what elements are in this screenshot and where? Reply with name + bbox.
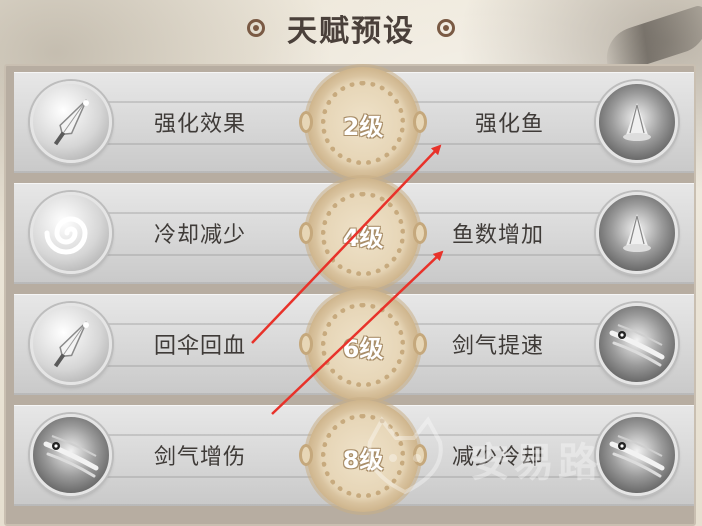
level-badge: 2级 bbox=[299, 67, 427, 179]
page-title: 天赋预设 bbox=[287, 14, 415, 49]
talent-row: 回伞回血 6级 剑气提速 bbox=[14, 289, 694, 401]
level-text: 2级 bbox=[342, 113, 384, 141]
level-text: 6级 bbox=[342, 335, 384, 363]
cat-logo-icon bbox=[367, 416, 443, 495]
umbrella-icon[interactable] bbox=[30, 81, 112, 163]
watermark-text: 安易路 bbox=[470, 440, 602, 486]
talent-left-label: 剑气增伤 bbox=[154, 445, 247, 470]
swirl-cooldown-icon[interactable] bbox=[30, 192, 112, 274]
fish-orb-icon[interactable] bbox=[596, 81, 678, 163]
talent-right-label: 鱼数增加 bbox=[451, 223, 544, 248]
fish-orb-icon[interactable] bbox=[596, 192, 678, 274]
level-badge: 4级 bbox=[299, 178, 427, 290]
sword-qi-icon[interactable] bbox=[596, 303, 678, 385]
talent-left-label: 冷却减少 bbox=[154, 223, 247, 248]
swirl-ornament-icon bbox=[247, 19, 265, 37]
talent-left-label: 回伞回血 bbox=[154, 334, 247, 359]
swirl-ornament-icon bbox=[437, 19, 455, 37]
talent-row: 冷却减少 4级 鱼数增加 bbox=[14, 178, 694, 290]
watermark: 安易路 bbox=[360, 412, 690, 512]
level-badge: 6级 bbox=[299, 289, 427, 401]
talent-right-label: 剑气提速 bbox=[451, 334, 544, 359]
umbrella-icon[interactable] bbox=[30, 303, 112, 385]
talent-row: 强化效果 2级 强化鱼 bbox=[14, 67, 694, 179]
sword-qi-icon[interactable] bbox=[30, 414, 112, 496]
header: 天赋预设 bbox=[0, 0, 702, 56]
level-text: 4级 bbox=[342, 224, 384, 252]
talent-right-label: 强化鱼 bbox=[474, 112, 544, 137]
talent-left-label: 强化效果 bbox=[154, 112, 247, 137]
